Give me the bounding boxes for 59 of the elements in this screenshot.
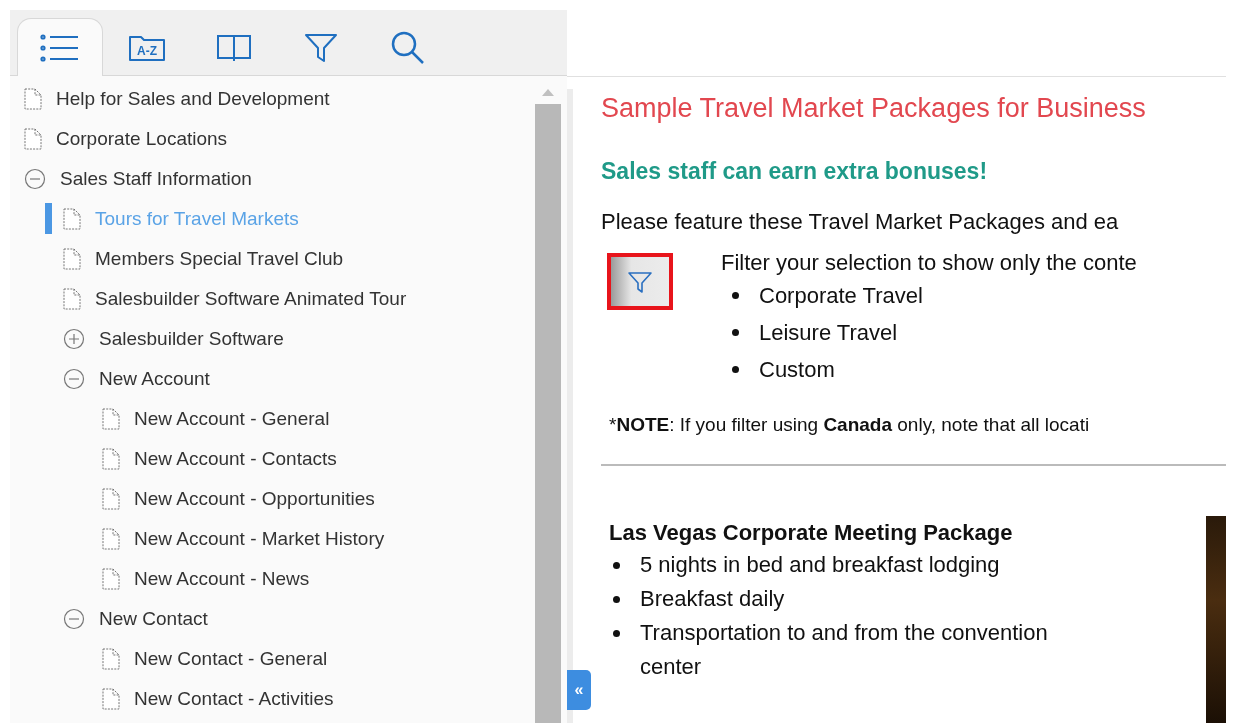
page-icon	[24, 88, 42, 110]
page-heading: Sample Travel Market Packages for Business	[601, 92, 1147, 125]
tree-item[interactable]: Sales Staff Information	[10, 159, 534, 199]
list-item: Leisure Travel	[759, 319, 898, 347]
page-icon	[63, 248, 81, 270]
list-item: Breakfast daily	[640, 585, 785, 613]
list-item: Transportation to and from the convention center	[640, 619, 1049, 681]
list-item: 5 nights in bed and breakfast lodging	[640, 551, 1000, 579]
page-icon	[102, 448, 120, 470]
tree-item[interactable]: Salesbuilder Software Animated Tour	[10, 279, 534, 319]
page-icon	[63, 288, 81, 310]
tab[interactable]	[17, 18, 103, 76]
tree-item[interactable]: New Contact - Activities	[10, 679, 534, 719]
page-icon	[102, 488, 120, 510]
tree-item[interactable]: Members Special Travel Club	[10, 239, 534, 279]
search-icon	[389, 29, 426, 66]
page-icon	[102, 528, 120, 550]
tree-item[interactable]: Help for Sales and Development	[10, 79, 534, 119]
list-item: Corporate Travel	[759, 282, 923, 310]
collapse-icon[interactable]	[24, 168, 46, 190]
filter-icon	[303, 32, 338, 63]
tree-item[interactable]: Salesbuilder Software	[10, 319, 534, 359]
bullet-icon	[613, 562, 620, 569]
bullet-icon	[613, 630, 620, 637]
tree-item[interactable]: New Account	[10, 359, 534, 399]
bullet-icon	[732, 366, 739, 373]
tree-item[interactable]: New Account - News	[10, 559, 534, 599]
tree-item[interactable]: New Account - Market History	[10, 519, 534, 559]
tree-item[interactable]: New Contact	[10, 599, 534, 639]
tree-item[interactable]: Corporate Locations	[10, 119, 534, 159]
page-icon	[102, 648, 120, 670]
list-item: Custom	[759, 356, 835, 384]
bullet-icon	[732, 329, 739, 336]
tree-item[interactable]: New Account - General	[10, 399, 534, 439]
expand-icon[interactable]	[63, 328, 85, 350]
selection-bar	[45, 203, 52, 234]
subheading: Sales staff can earn extra bonuses!	[601, 157, 989, 186]
page-icon	[102, 688, 120, 710]
list-icon	[40, 32, 80, 63]
page-icon	[63, 208, 81, 230]
a-z-folder-icon: A-Z	[127, 33, 166, 62]
page-icon	[102, 408, 120, 430]
collapse-icon[interactable]	[63, 608, 85, 630]
collapse-icon[interactable]	[63, 368, 85, 390]
note-text: *NOTE: If you filter using Canada only, note that all locati	[609, 413, 1091, 437]
tab[interactable]: A-Z	[103, 18, 190, 76]
book-icon	[215, 33, 252, 62]
page-icon	[102, 568, 120, 590]
filter-text: Filter your selection to show only the conte	[721, 249, 1137, 277]
tree-item[interactable]: New Contact - General	[10, 639, 534, 679]
package-title: Las Vegas Corporate Meeting Package	[609, 519, 1014, 547]
intro-text: Please feature these Travel Market Packages and ea	[601, 208, 1120, 236]
tree-item[interactable]: New Account - Opportunities	[10, 479, 534, 519]
filter-button[interactable]	[607, 253, 673, 310]
bullet-icon	[732, 292, 739, 299]
tree-item[interactable]: New Account - Contacts	[10, 439, 534, 479]
bullet-icon	[613, 596, 620, 603]
page-icon	[24, 128, 42, 150]
scrollbar-thumb[interactable]	[535, 104, 561, 723]
